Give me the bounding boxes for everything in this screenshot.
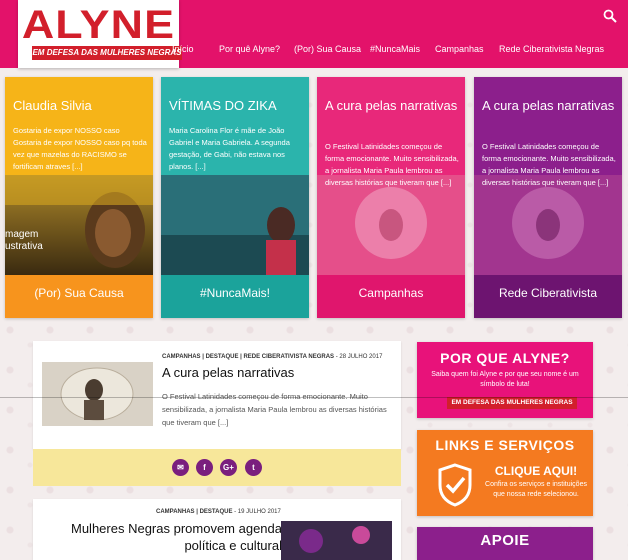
share-bar: ✉ f G+ t [33, 449, 401, 486]
sidebar-text: Saiba quem foi Alyne e por que seu nome … [431, 371, 579, 388]
post-date: - 28 JULHO 2017 [335, 354, 383, 360]
sidebar-title: POR QUE ALYNE? [440, 350, 570, 366]
post-card[interactable]: CAMPANHAS | DESTAQUE - 19 JULHO 2017 Mul… [33, 499, 401, 560]
sidebar-apoie[interactable]: APOIE [417, 527, 593, 560]
search-icon[interactable] [603, 9, 617, 23]
card-title: A cura pelas narrativas [482, 98, 615, 113]
nav-item-rede-ciberativista[interactable]: Rede Ciberativista Negras [499, 44, 604, 54]
card-title: Claudia Silvia [13, 98, 92, 113]
logo-subtitle: EM DEFESA DAS MULHERES NEGRAS [32, 46, 182, 60]
card-excerpt: O Festival Latinidades começou de forma … [325, 142, 459, 187]
post-card[interactable]: CAMPANHAS | DESTAQUE | REDE CIBERATIVIST… [33, 341, 401, 449]
card-title: VÍTIMAS DO ZIKA [169, 98, 277, 113]
post-thumbnail[interactable] [281, 521, 392, 560]
card-footer-por-sua-causa[interactable]: (Por) Sua Causa [5, 275, 153, 318]
sidebar-badge: EM DEFESA DAS MULHERES NEGRAS [447, 397, 577, 409]
sidebar-por-que-alyne[interactable]: POR QUE ALYNE? Saiba quem foi Alyne e po… [417, 342, 593, 418]
nav-item-nunca-mais[interactable]: #NuncaMais [370, 44, 420, 54]
card-photo [161, 175, 309, 275]
nav-item-campanhas[interactable]: Campanhas [435, 44, 484, 54]
post-meta: CAMPANHAS | DESTAQUE - 19 JULHO 2017 [156, 509, 281, 515]
featured-card-claudia-silvia[interactable]: Claudia Silvia Gostaria de expor NOSSO c… [5, 77, 153, 318]
google-plus-icon[interactable]: G+ [220, 459, 237, 476]
post-categories[interactable]: CAMPANHAS | DESTAQUE | REDE CIBERATIVIST… [162, 354, 334, 360]
card-title: A cura pelas narrativas [325, 98, 458, 113]
sidebar-links-servicos[interactable]: LINKS E SERVIÇOS CLIQUE AQUI! Confira os… [417, 430, 593, 516]
post-excerpt: O Festival Latinidades começou de forma … [162, 392, 387, 427]
photo-caption: magem ustrativa [5, 229, 43, 252]
card-photo [474, 175, 622, 275]
post-meta: CAMPANHAS | DESTAQUE | REDE CIBERATIVIST… [162, 354, 382, 360]
sidebar-title: LINKS E SERVIÇOS [435, 437, 575, 453]
featured-card-rede-ciberativista[interactable]: A cura pelas narrativas O Festival Latin… [474, 77, 622, 318]
facebook-icon[interactable]: f [196, 459, 213, 476]
card-footer-rede-ciberativista[interactable]: Rede Ciberativista [474, 275, 622, 318]
nav-item-por-que-alyne[interactable]: Por quê Alyne? [219, 44, 280, 54]
post-title[interactable]: Mulheres Negras promovem agenda política… [70, 520, 282, 554]
card-photo [5, 175, 153, 275]
post-categories[interactable]: CAMPANHAS | DESTAQUE [156, 509, 232, 515]
post-date: - 19 JULHO 2017 [234, 509, 281, 515]
card-excerpt: Maria Carolina Flor é mãe de João Gabrie… [169, 126, 290, 171]
site-logo[interactable]: ALYNE EM DEFESA DAS MULHERES NEGRAS [18, 0, 182, 68]
card-photo [317, 175, 465, 275]
nav-item-por-sua-causa[interactable]: (Por) Sua Causa [294, 44, 361, 54]
logo-wordmark: ALYNE [21, 3, 176, 47]
sidebar-title: APOIE [480, 532, 530, 549]
divider [0, 397, 628, 398]
nav-item-inicio[interactable]: Início [172, 44, 194, 54]
post-thumbnail[interactable] [42, 362, 153, 426]
card-footer-nunca-mais[interactable]: #NuncaMais! [161, 275, 309, 318]
card-excerpt: Gostaria de expor NOSSO caso Gostaria de… [13, 126, 147, 171]
card-footer-campanhas[interactable]: Campanhas [317, 275, 465, 318]
twitter-icon[interactable]: t [245, 459, 262, 476]
featured-card-vitimas-do-zika[interactable]: VÍTIMAS DO ZIKA Maria Carolina Flor é mã… [161, 77, 309, 318]
post-title[interactable]: A cura pelas narrativas [162, 364, 392, 381]
card-excerpt: O Festival Latinidades começou de forma … [482, 142, 616, 187]
email-icon[interactable]: ✉ [172, 459, 189, 476]
shield-check-icon [438, 463, 472, 507]
featured-card-cura-narrativas[interactable]: A cura pelas narrativas O Festival Latin… [317, 77, 465, 318]
sidebar-text: Confira os serviços e instituições que n… [485, 481, 587, 498]
sidebar-cta[interactable]: CLIQUE AQUI! [483, 464, 589, 478]
